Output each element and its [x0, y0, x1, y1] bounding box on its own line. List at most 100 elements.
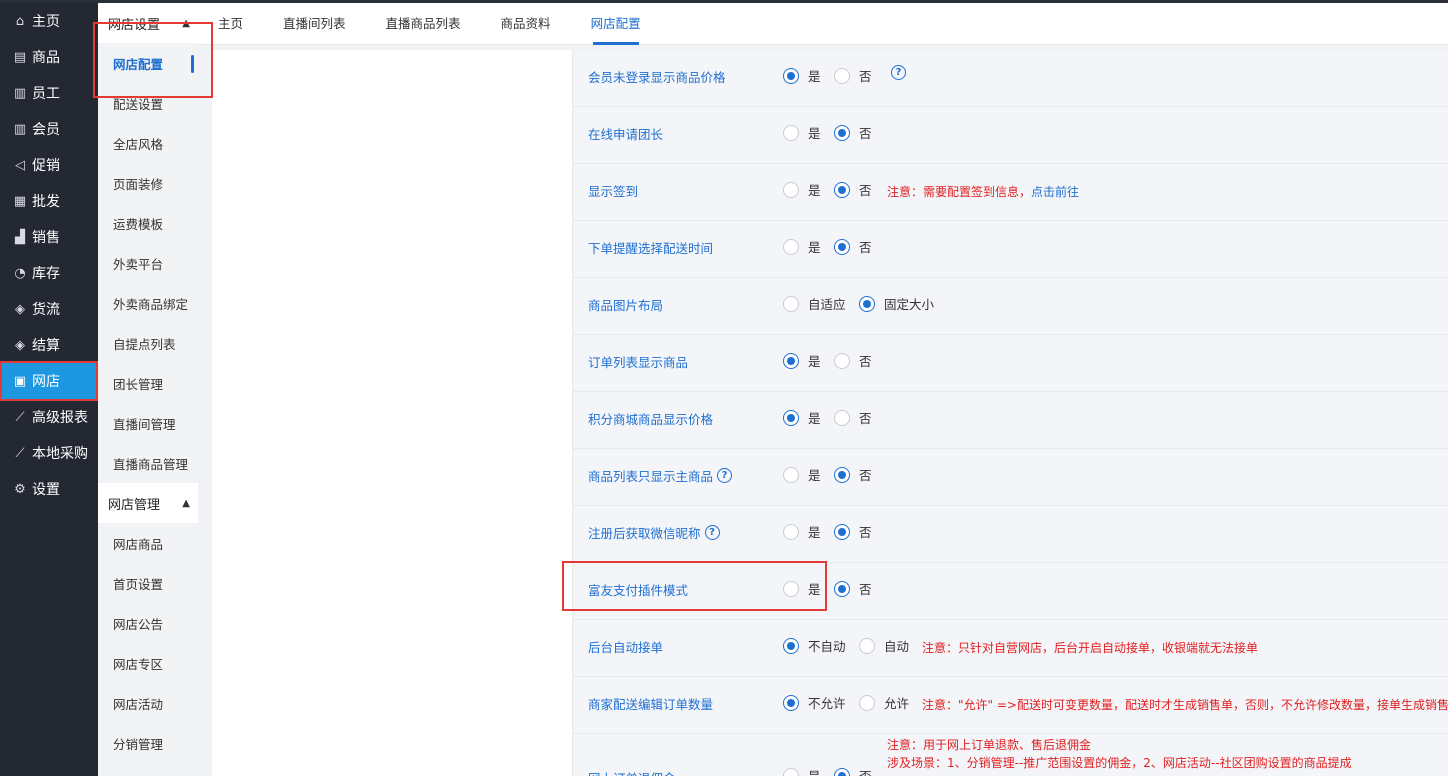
help-icon[interactable]: ? — [704, 525, 720, 540]
nav-item-13[interactable]: ⚙ 设置 — [0, 471, 98, 507]
nav-item-8[interactable]: ◈ 货流 — [0, 291, 98, 327]
submenu-item[interactable]: 分销管理 — [98, 723, 198, 763]
radio-unchecked-icon[interactable] — [783, 238, 799, 255]
radio-unchecked-icon[interactable] — [859, 694, 875, 711]
radio-unchecked-icon[interactable] — [859, 637, 875, 654]
radio-option[interactable]: 是 — [783, 408, 821, 427]
radio-option[interactable]: 是 — [783, 180, 821, 199]
radio-unchecked-icon[interactable] — [783, 181, 799, 198]
submenu-item[interactable]: 全店风格 — [98, 123, 198, 163]
config-label: 积分商城商品显示价格 — [588, 409, 713, 428]
radio-option[interactable]: 否 — [834, 465, 872, 484]
radio-checked-icon[interactable] — [834, 466, 850, 483]
radio-option[interactable]: 是 — [783, 123, 821, 142]
radio-checked-icon[interactable] — [834, 523, 850, 540]
submenu-item[interactable]: 网店活动 — [98, 683, 198, 723]
radio-option[interactable]: 否 — [834, 180, 872, 199]
submenu-item[interactable]: 运费模板 — [98, 203, 198, 243]
radio-checked-icon[interactable] — [783, 637, 799, 654]
radio-unchecked-icon[interactable] — [834, 352, 850, 369]
help-icon[interactable]: ? — [891, 65, 906, 80]
submenu-item[interactable]: 外卖商品绑定 — [98, 283, 198, 323]
radio-unchecked-icon[interactable] — [783, 580, 799, 597]
nav-item-1[interactable]: ▤ 商品 — [0, 39, 98, 75]
radio-unchecked-icon[interactable] — [834, 409, 850, 426]
submenu-item[interactable]: 配送设置 — [98, 83, 198, 123]
radio-checked-icon[interactable] — [783, 352, 799, 369]
nav-item-0[interactable]: ⌂ 主页 — [0, 3, 98, 39]
submenu-item[interactable]: 自提点列表 — [98, 323, 198, 363]
radio-unchecked-icon[interactable] — [783, 767, 799, 776]
radio-checked-icon[interactable] — [834, 580, 850, 597]
radio-option[interactable]: 固定大小 — [859, 294, 934, 313]
nav-item-4[interactable]: ◁ 促销 — [0, 147, 98, 183]
radio-option[interactable]: 自动 — [859, 636, 909, 655]
submenu-item[interactable]: 网店专区 — [98, 643, 198, 683]
nav-item-5[interactable]: ▦ 批发 — [0, 183, 98, 219]
nav-item-12[interactable]: ⟋ 本地采购 — [0, 435, 98, 471]
nav-item-2[interactable]: ▥ 员工 — [0, 75, 98, 111]
radio-option[interactable]: 不自动 — [783, 636, 846, 655]
submenu-group-group2[interactable]: 网店管理 ▲ — [98, 483, 198, 523]
config-label: 商品列表只显示主商品? — [588, 466, 733, 485]
radio-checked-icon[interactable] — [783, 67, 799, 84]
radio-option[interactable]: 自适应 — [783, 294, 846, 313]
radio-unchecked-icon[interactable] — [783, 466, 799, 483]
radio-option[interactable]: 否 — [834, 408, 872, 427]
radio-option[interactable]: 是 — [783, 351, 821, 370]
radio-option[interactable]: 不允许 — [783, 693, 846, 712]
nav-item-9[interactable]: ◈ 结算 — [0, 327, 98, 363]
radio-unchecked-icon[interactable] — [834, 67, 850, 84]
submenu-item[interactable]: 网店公告 — [98, 603, 198, 643]
radio-option[interactable]: 否 — [834, 766, 872, 776]
tab-0[interactable]: 主页 — [198, 3, 263, 45]
radio-checked-icon[interactable] — [783, 409, 799, 426]
submenu-item[interactable]: 外卖平台 — [98, 243, 198, 283]
radio-option[interactable]: 否 — [834, 522, 872, 541]
radio-checked-icon[interactable] — [783, 694, 799, 711]
radio-option[interactable]: 是 — [783, 66, 821, 85]
submenu-item[interactable]: 团长管理 — [98, 363, 198, 403]
note-link[interactable]: 点击前往 — [1031, 185, 1079, 199]
radio-option[interactable]: 允许 — [859, 693, 909, 712]
submenu-item[interactable]: 首页设置 — [98, 563, 198, 603]
radio-option[interactable]: 否 — [834, 351, 872, 370]
nav-item-3[interactable]: ▥ 会员 — [0, 111, 98, 147]
radio-unchecked-icon[interactable] — [783, 295, 799, 312]
radio-option[interactable]: 是 — [783, 522, 821, 541]
chevron-up-icon: ▲ — [182, 17, 190, 29]
radio-checked-icon[interactable] — [834, 124, 850, 141]
submenu-item[interactable]: 直播间管理 — [98, 403, 198, 443]
radio-option[interactable]: 是 — [783, 579, 821, 598]
radio-unchecked-icon[interactable] — [783, 523, 799, 540]
tab-2[interactable]: 直播商品列表 — [366, 3, 481, 45]
radio-option-label: 不允许 — [808, 696, 846, 711]
nav-item-6[interactable]: ▟ 销售 — [0, 219, 98, 255]
radio-checked-icon[interactable] — [834, 767, 850, 776]
help-icon[interactable]: ? — [717, 468, 733, 483]
radio-checked-icon[interactable] — [859, 295, 875, 312]
tab-1[interactable]: 直播间列表 — [263, 3, 366, 45]
radio-option[interactable]: 是 — [783, 237, 821, 256]
config-label: 注册后获取微信昵称? — [588, 523, 720, 542]
submenu-item[interactable]: 页面装修 — [98, 163, 198, 203]
tab-4[interactable]: 网店配置 — [571, 3, 661, 45]
radio-option[interactable]: 否 — [834, 579, 872, 598]
radio-checked-icon[interactable] — [834, 238, 850, 255]
submenu-item[interactable]: 直播商品管理 — [98, 443, 198, 483]
radio-option[interactable]: 否 — [834, 66, 872, 85]
submenu-item[interactable]: 网店商品 — [98, 523, 198, 563]
radio-option[interactable]: 否 — [834, 123, 872, 142]
tab-3[interactable]: 商品资料 — [481, 3, 571, 45]
submenu-group-group1[interactable]: 网店设置 ▲ — [98, 3, 198, 43]
submenu-item[interactable]: 网店配置 — [98, 43, 198, 83]
radio-option-label: 是 — [808, 354, 821, 369]
radio-option[interactable]: 是 — [783, 465, 821, 484]
nav-item-7[interactable]: ◔ 库存 — [0, 255, 98, 291]
radio-unchecked-icon[interactable] — [783, 124, 799, 141]
nav-item-10[interactable]: ▣ 网店 — [0, 363, 98, 399]
nav-item-11[interactable]: ⟋ 高级报表 — [0, 399, 98, 435]
radio-option[interactable]: 是 — [783, 766, 821, 776]
radio-checked-icon[interactable] — [834, 181, 850, 198]
radio-option[interactable]: 否 — [834, 237, 872, 256]
